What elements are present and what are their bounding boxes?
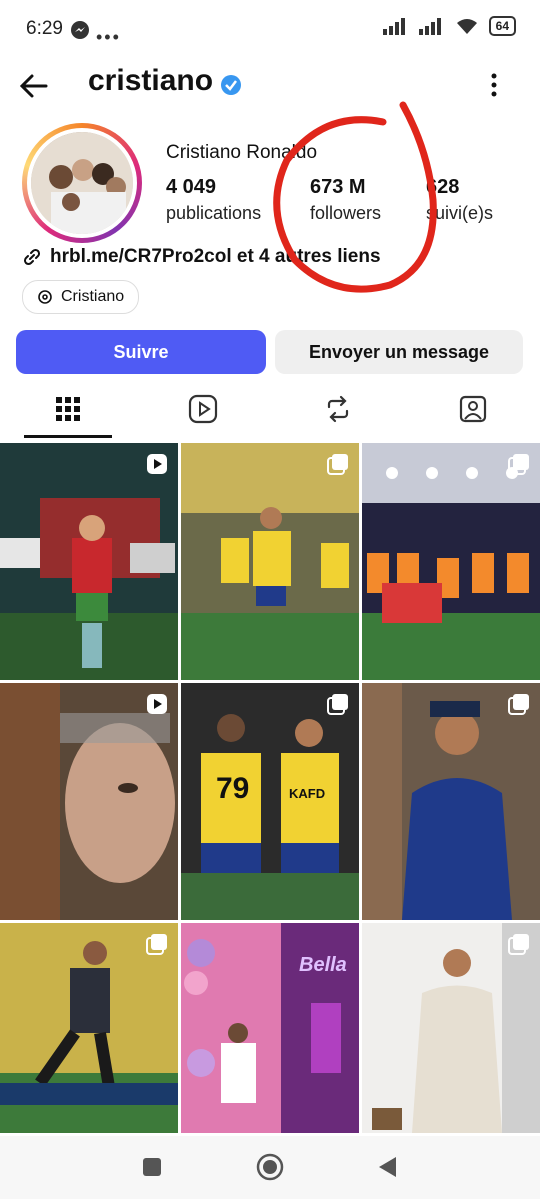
home-button[interactable] <box>255 1152 285 1182</box>
carousel-badge-icon <box>508 453 530 475</box>
profile-avatar-story-ring[interactable] <box>22 123 142 243</box>
status-bar: 6:29 ••• 64 <box>0 0 540 60</box>
avatar <box>31 132 133 234</box>
battery-indicator: 64 <box>488 16 516 36</box>
post-banner-text: Bella <box>299 954 347 976</box>
home-circle-icon <box>256 1153 284 1181</box>
verified-badge-icon <box>220 74 242 96</box>
recents-button[interactable] <box>137 1152 167 1182</box>
link-icon <box>23 248 41 266</box>
stat-label: publications <box>166 203 262 223</box>
more-notifications-icon: ••• <box>96 27 121 47</box>
grid-post[interactable]: Bella <box>181 923 359 1133</box>
triangle-back-icon <box>379 1157 396 1177</box>
system-back-button[interactable] <box>372 1152 402 1182</box>
jersey-number-text: 79 <box>216 772 249 805</box>
tab-reposts[interactable] <box>270 380 405 438</box>
stat-value: 628 <box>426 176 460 198</box>
threads-label: Cristiano <box>61 288 125 305</box>
square-icon <box>143 1158 161 1176</box>
profile-tabs <box>0 380 540 440</box>
carousel-badge-icon <box>327 693 349 715</box>
active-tab-indicator <box>24 435 112 438</box>
reel-badge-icon <box>146 693 168 715</box>
grid-post[interactable] <box>181 443 359 680</box>
stat-following[interactable]: 628 suivi(e)s <box>426 176 493 224</box>
stat-label: suivi(e)s <box>426 203 494 223</box>
repost-icon <box>327 395 348 423</box>
signal-icon-2 <box>418 18 441 35</box>
stat-followers[interactable]: 673 M followers <box>310 176 381 224</box>
external-links[interactable]: hrbl.me/CR7Pro2col et 4 autres liens <box>22 246 381 268</box>
reel-badge-icon <box>146 453 168 475</box>
external-links-text: hrbl.me/CR7Pro2col et 4 autres liens <box>50 246 381 267</box>
grid-post[interactable] <box>0 923 178 1133</box>
stat-label: followers <box>310 203 382 223</box>
profile-full-name: Cristiano Ronaldo <box>166 142 318 163</box>
grid-post[interactable] <box>362 683 540 920</box>
stat-value: 673 M <box>310 176 366 198</box>
arrow-left-icon <box>19 74 48 98</box>
carousel-badge-icon <box>146 933 168 955</box>
more-vertical-icon <box>491 73 497 97</box>
tab-reels[interactable] <box>135 380 270 438</box>
threads-icon <box>38 290 52 304</box>
grid-post[interactable] <box>362 923 540 1133</box>
posts-grid: 79 KAFD Bella <box>0 443 540 1133</box>
reels-icon <box>188 394 217 424</box>
more-options-button[interactable] <box>482 70 506 100</box>
grid-post[interactable] <box>0 443 178 680</box>
grid-post[interactable] <box>362 443 540 680</box>
system-navigation-bar <box>0 1136 540 1199</box>
tagged-person-icon <box>459 395 486 423</box>
wifi-icon <box>456 19 477 34</box>
follow-button[interactable]: Suivre <box>16 330 266 374</box>
status-icons: 64 <box>382 16 516 36</box>
grid-icon <box>55 397 80 421</box>
messenger-icon <box>70 20 90 45</box>
back-button[interactable] <box>18 70 50 102</box>
profile-username: cristiano <box>88 64 214 97</box>
grid-post[interactable] <box>0 683 178 920</box>
message-button[interactable]: Envoyer un message <box>275 330 523 374</box>
stat-value: 4 049 <box>166 176 217 198</box>
tab-tagged[interactable] <box>405 380 540 438</box>
carousel-badge-icon <box>508 693 530 715</box>
jersey-sponsor-text: KAFD <box>289 786 325 801</box>
carousel-badge-icon <box>327 453 349 475</box>
threads-badge[interactable]: Cristiano <box>22 280 140 314</box>
grid-post[interactable]: 79 KAFD <box>181 683 359 920</box>
stat-publications[interactable]: 4 049 publications <box>166 176 261 224</box>
status-time: 6:29 <box>26 18 63 39</box>
tab-grid[interactable] <box>0 380 135 438</box>
signal-icon <box>382 18 405 35</box>
carousel-badge-icon <box>508 933 530 955</box>
